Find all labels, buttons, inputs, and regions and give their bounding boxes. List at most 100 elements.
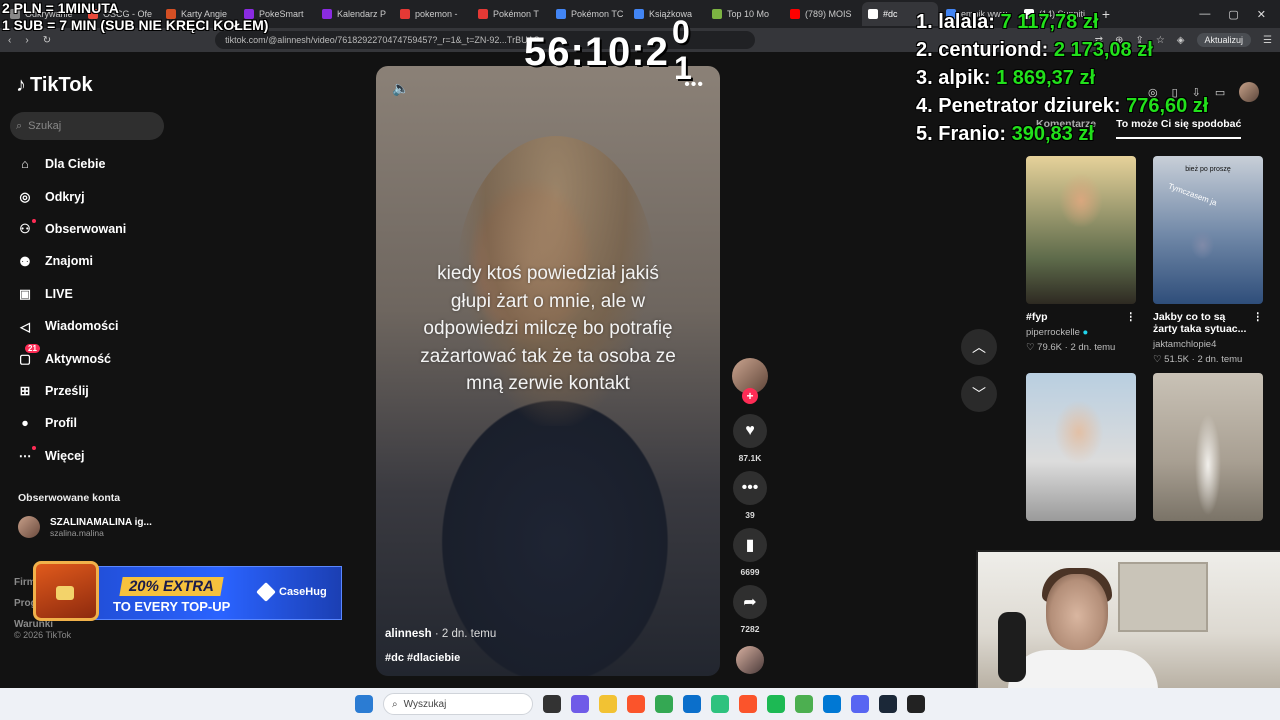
avatar	[18, 516, 40, 538]
store-icon[interactable]	[683, 695, 701, 713]
sidebar-item-label: Profil	[45, 416, 77, 431]
sidebar-item-obserwowani[interactable]: ⚇ Obserwowani	[16, 213, 176, 245]
sidebar-item-więcej[interactable]: ⋯ Więcej	[16, 440, 176, 472]
card-more-icon[interactable]: ⋮	[1126, 311, 1137, 323]
reload-icon[interactable]: ↻	[43, 35, 51, 46]
video-author[interactable]: alinnesh · 2 dn. temu	[385, 628, 496, 640]
recommended-video-card[interactable]: #fyp ⋮ piperrockelle ● ♡ 79.6K · 2 dn. temu	[1026, 156, 1136, 365]
like-action[interactable]: ♥ 87.1K	[733, 414, 767, 463]
sidebar-item-live[interactable]: ▣ LIVE	[16, 278, 176, 310]
browser-tab[interactable]: Pokémon TC	[550, 2, 626, 26]
tiktok-logo[interactable]: ♪ TikTok	[16, 74, 93, 97]
steam-icon[interactable]	[879, 695, 897, 713]
card-title-row: #fyp ⋮	[1026, 311, 1136, 323]
timer-digit-bottom: 1	[674, 50, 692, 86]
video-text-overlay: kiedy ktoś powiedział jakiś głupi żart o…	[420, 263, 676, 395]
menu-icon[interactable]: ☰	[1263, 35, 1272, 46]
recommended-video-card[interactable]	[1153, 373, 1263, 521]
browser-tab[interactable]: (789) MOIS	[784, 2, 860, 26]
back-icon[interactable]: ‹	[8, 35, 11, 46]
recommended-video-card[interactable]	[1026, 373, 1136, 521]
previous-video-button[interactable]: ︿	[961, 329, 997, 365]
profile-avatar[interactable]	[1239, 82, 1260, 102]
video-player[interactable]: 🔈 ••• kiedy ktoś powiedział jakiś głupi …	[376, 66, 720, 676]
card-more-icon[interactable]: ⋮	[1253, 311, 1264, 335]
browser-tab[interactable]: Książkowa	[628, 2, 704, 26]
messages-icon: ◁	[20, 319, 30, 334]
spotify-icon[interactable]	[767, 695, 785, 713]
video-thumbnail[interactable]: bież po proszę Tymczasem ja	[1153, 156, 1263, 304]
file-explorer-icon[interactable]	[599, 695, 617, 713]
forward-icon[interactable]: ›	[25, 35, 28, 46]
close-icon[interactable]: ✕	[1257, 8, 1266, 21]
share-action[interactable]: ➦ 7282	[733, 585, 767, 634]
windows-taskbar: ⌕ Wyszukaj	[0, 688, 1280, 720]
taskbar-search-placeholder: Wyszukaj	[403, 698, 447, 710]
comment-count: 39	[745, 510, 755, 520]
taskbar-search[interactable]: ⌕ Wyszukaj	[383, 693, 533, 715]
video-hashtags[interactable]: #dc #dlaciebie	[385, 652, 460, 664]
sidebar-item-prześlij[interactable]: ⊞ Prześlij	[16, 375, 176, 407]
sidebar-item-dla-ciebie[interactable]: ⌂ Dla Ciebie	[16, 148, 176, 180]
sidebar-item-label: Prześlij	[45, 383, 89, 398]
sidebar-item-wiadomości[interactable]: ◁ Wiadomości	[16, 310, 176, 342]
tab-favicon-icon	[712, 9, 722, 19]
video-thumbnail[interactable]	[1153, 373, 1263, 521]
share-arrow-icon[interactable]: ➦	[733, 585, 767, 619]
next-video-button[interactable]: ﹀	[961, 376, 997, 412]
card-likes: 51.5K	[1164, 354, 1189, 365]
card-user-row: jaktamchlopie4	[1153, 339, 1263, 350]
browser-tab[interactable]: pokemon -	[394, 2, 470, 26]
bookmark-icon[interactable]: ▮	[733, 528, 767, 562]
search-input[interactable]: ⌕ Szukaj	[10, 112, 164, 140]
card-user[interactable]: piperrockelle	[1026, 327, 1080, 338]
followed-account[interactable]: SZALINAMALINA ig... szalina.malina	[18, 516, 152, 538]
leaderboard-rank: 2.	[916, 39, 933, 61]
leaderboard-amount: 390,83 zł	[1011, 123, 1094, 145]
creator-avatar[interactable]: +	[732, 358, 768, 404]
browser-tab[interactable]: Top 10 Mo	[706, 2, 782, 26]
app-icon[interactable]	[823, 695, 841, 713]
windows-start-icon[interactable]	[355, 695, 373, 713]
maximize-icon[interactable]: ▢	[1228, 8, 1238, 21]
sidebar-item-znajomi[interactable]: ⚉ Znajomi	[16, 245, 176, 277]
casehug-logo-icon	[256, 582, 276, 602]
card-meta: ♡ 79.6K · 2 dn. temu	[1026, 342, 1136, 353]
music-disc-icon[interactable]	[736, 646, 764, 674]
task-view-icon[interactable]	[543, 695, 561, 713]
card-user[interactable]: jaktamchlopie4	[1153, 339, 1216, 350]
sidebar-item-profil[interactable]: ● Profil	[16, 407, 176, 439]
comment-action[interactable]: ••• 39	[733, 471, 767, 520]
sidebar-item-odkryj[interactable]: ◎ Odkryj	[16, 180, 176, 212]
chevron-down-icon: ﹀	[972, 386, 986, 402]
inbox-icon[interactable]: ▭	[1215, 86, 1225, 99]
recommended-video-card[interactable]: bież po proszę Tymczasem ja Jakby co to są…	[1153, 156, 1263, 365]
video-actions: + ♥ 87.1K ••• 39 ▮ 6699 ➦ 7282	[730, 358, 770, 674]
leaderboard-rank: 5.	[916, 123, 933, 145]
brave-icon[interactable]	[627, 695, 645, 713]
browser-tab[interactable]: Kalendarz P	[316, 2, 392, 26]
browser-tab[interactable]: Pokémon T	[472, 2, 548, 26]
sidebar-item-label: Znajomi	[45, 254, 93, 269]
save-action[interactable]: ▮ 6699	[733, 528, 767, 577]
copilot-icon[interactable]	[571, 695, 589, 713]
webcam-person-shirt	[1008, 650, 1158, 688]
leaderboard-rank: 3.	[916, 67, 933, 89]
video-thumbnail[interactable]	[1026, 373, 1136, 521]
excel-icon[interactable]	[795, 695, 813, 713]
app-icon[interactable]	[711, 695, 729, 713]
share-count: 7282	[740, 624, 760, 634]
obs-icon[interactable]	[907, 695, 925, 713]
discord-icon[interactable]	[851, 695, 869, 713]
heart-icon[interactable]: ♥	[733, 414, 767, 448]
screen: Odkrywanie OSCG - Ofe Karty Angie PokeSmart…	[0, 0, 1280, 720]
volume-icon[interactable]: 🔈	[392, 80, 409, 97]
brave-window-icon[interactable]	[739, 695, 757, 713]
live-icon: ▣	[19, 287, 31, 302]
follow-plus-icon[interactable]: +	[742, 388, 758, 404]
author-name[interactable]: alinnesh	[385, 628, 432, 640]
chrome-icon[interactable]	[655, 695, 673, 713]
sidebar-item-aktywność[interactable]: ▢ 21 Aktywność	[16, 342, 176, 374]
video-thumbnail[interactable]	[1026, 156, 1136, 304]
comment-icon[interactable]: •••	[733, 471, 767, 505]
